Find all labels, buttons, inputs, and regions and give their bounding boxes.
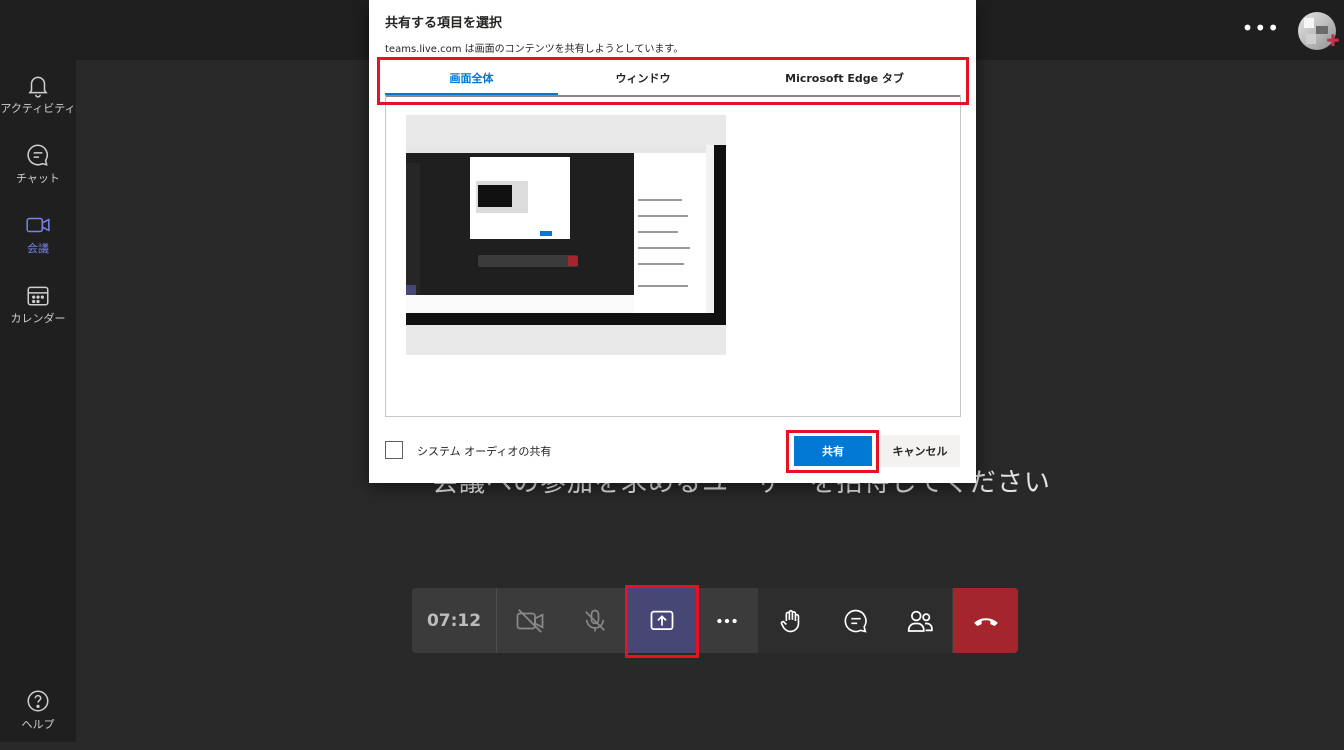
- camera-toggle-button[interactable]: [497, 588, 562, 653]
- share-screen-button[interactable]: [627, 588, 697, 653]
- hang-up-button[interactable]: [953, 588, 1018, 653]
- more-options-icon[interactable]: •••: [1242, 16, 1280, 40]
- dialog-title: 共有する項目を選択: [385, 16, 503, 31]
- status-badge-icon: ✚: [1326, 31, 1340, 50]
- more-actions-button[interactable]: [697, 588, 757, 653]
- sidebar-item-label: 会議: [27, 242, 49, 255]
- mic-toggle-button[interactable]: [562, 588, 627, 653]
- participants-button[interactable]: [888, 588, 952, 653]
- camera-off-icon: [516, 608, 543, 633]
- sidebar-item-meetings[interactable]: 会議: [0, 212, 76, 274]
- tab-edge-tab[interactable]: Microsoft Edge タブ: [728, 62, 961, 95]
- system-audio-checkbox[interactable]: [385, 441, 403, 459]
- chat-icon: [27, 144, 48, 166]
- help-label: ヘルプ: [21, 718, 55, 731]
- help-button[interactable]: ヘルプ: [0, 688, 76, 750]
- sidebar-item-chat[interactable]: チャット: [0, 142, 76, 204]
- tab-window[interactable]: ウィンドウ: [558, 62, 728, 95]
- chat-button[interactable]: [823, 588, 888, 653]
- sidebar-item-label: アクティビティ: [0, 102, 76, 115]
- meeting-control-bar: 07:12: [412, 588, 1018, 653]
- raise-hand-button[interactable]: [758, 588, 823, 653]
- phone-hangup-icon: [973, 617, 998, 626]
- share-dialog: 共有する項目を選択 teams.live.com は画面のコンテンツを共有しよう…: [369, 0, 976, 483]
- thumbnail-content: [406, 145, 714, 313]
- video-camera-icon: [26, 217, 50, 233]
- cancel-button[interactable]: キャンセル: [880, 435, 960, 467]
- chat-icon: [844, 609, 867, 633]
- sidebar-item-activity[interactable]: アクティビティ: [0, 72, 76, 134]
- calendar-icon: [27, 286, 49, 306]
- left-rail: アクティビティ チャット 会議 カレンダー ヘルプ: [0, 60, 76, 742]
- tab-entire-screen[interactable]: 画面全体: [385, 62, 558, 95]
- screen-preview-area: [385, 95, 961, 417]
- thumbnail-screen: [406, 145, 726, 325]
- avatar-pixel: [1306, 34, 1316, 44]
- avatar-pixel: [1304, 18, 1314, 28]
- share-button[interactable]: 共有: [794, 436, 872, 466]
- meeting-timer: 07:12: [412, 588, 497, 653]
- sidebar-item-calendar[interactable]: カレンダー: [0, 282, 76, 344]
- more-options-icon: [717, 618, 737, 623]
- help-icon: [27, 690, 49, 712]
- screen-thumbnail[interactable]: [406, 115, 726, 355]
- share-screen-icon: [650, 610, 674, 630]
- sidebar-item-label: チャット: [16, 172, 60, 185]
- sidebar-item-label: カレンダー: [10, 312, 66, 325]
- participants-icon: [907, 610, 933, 632]
- raise-hand-icon: [780, 609, 799, 632]
- share-source-tabs: 画面全体 ウィンドウ Microsoft Edge タブ: [385, 62, 961, 97]
- bell-icon: [28, 76, 48, 98]
- dialog-description: teams.live.com は画面のコンテンツを共有しようとしています。: [385, 44, 684, 55]
- system-audio-label: システム オーディオの共有: [417, 445, 552, 458]
- mic-off-icon: [584, 609, 605, 631]
